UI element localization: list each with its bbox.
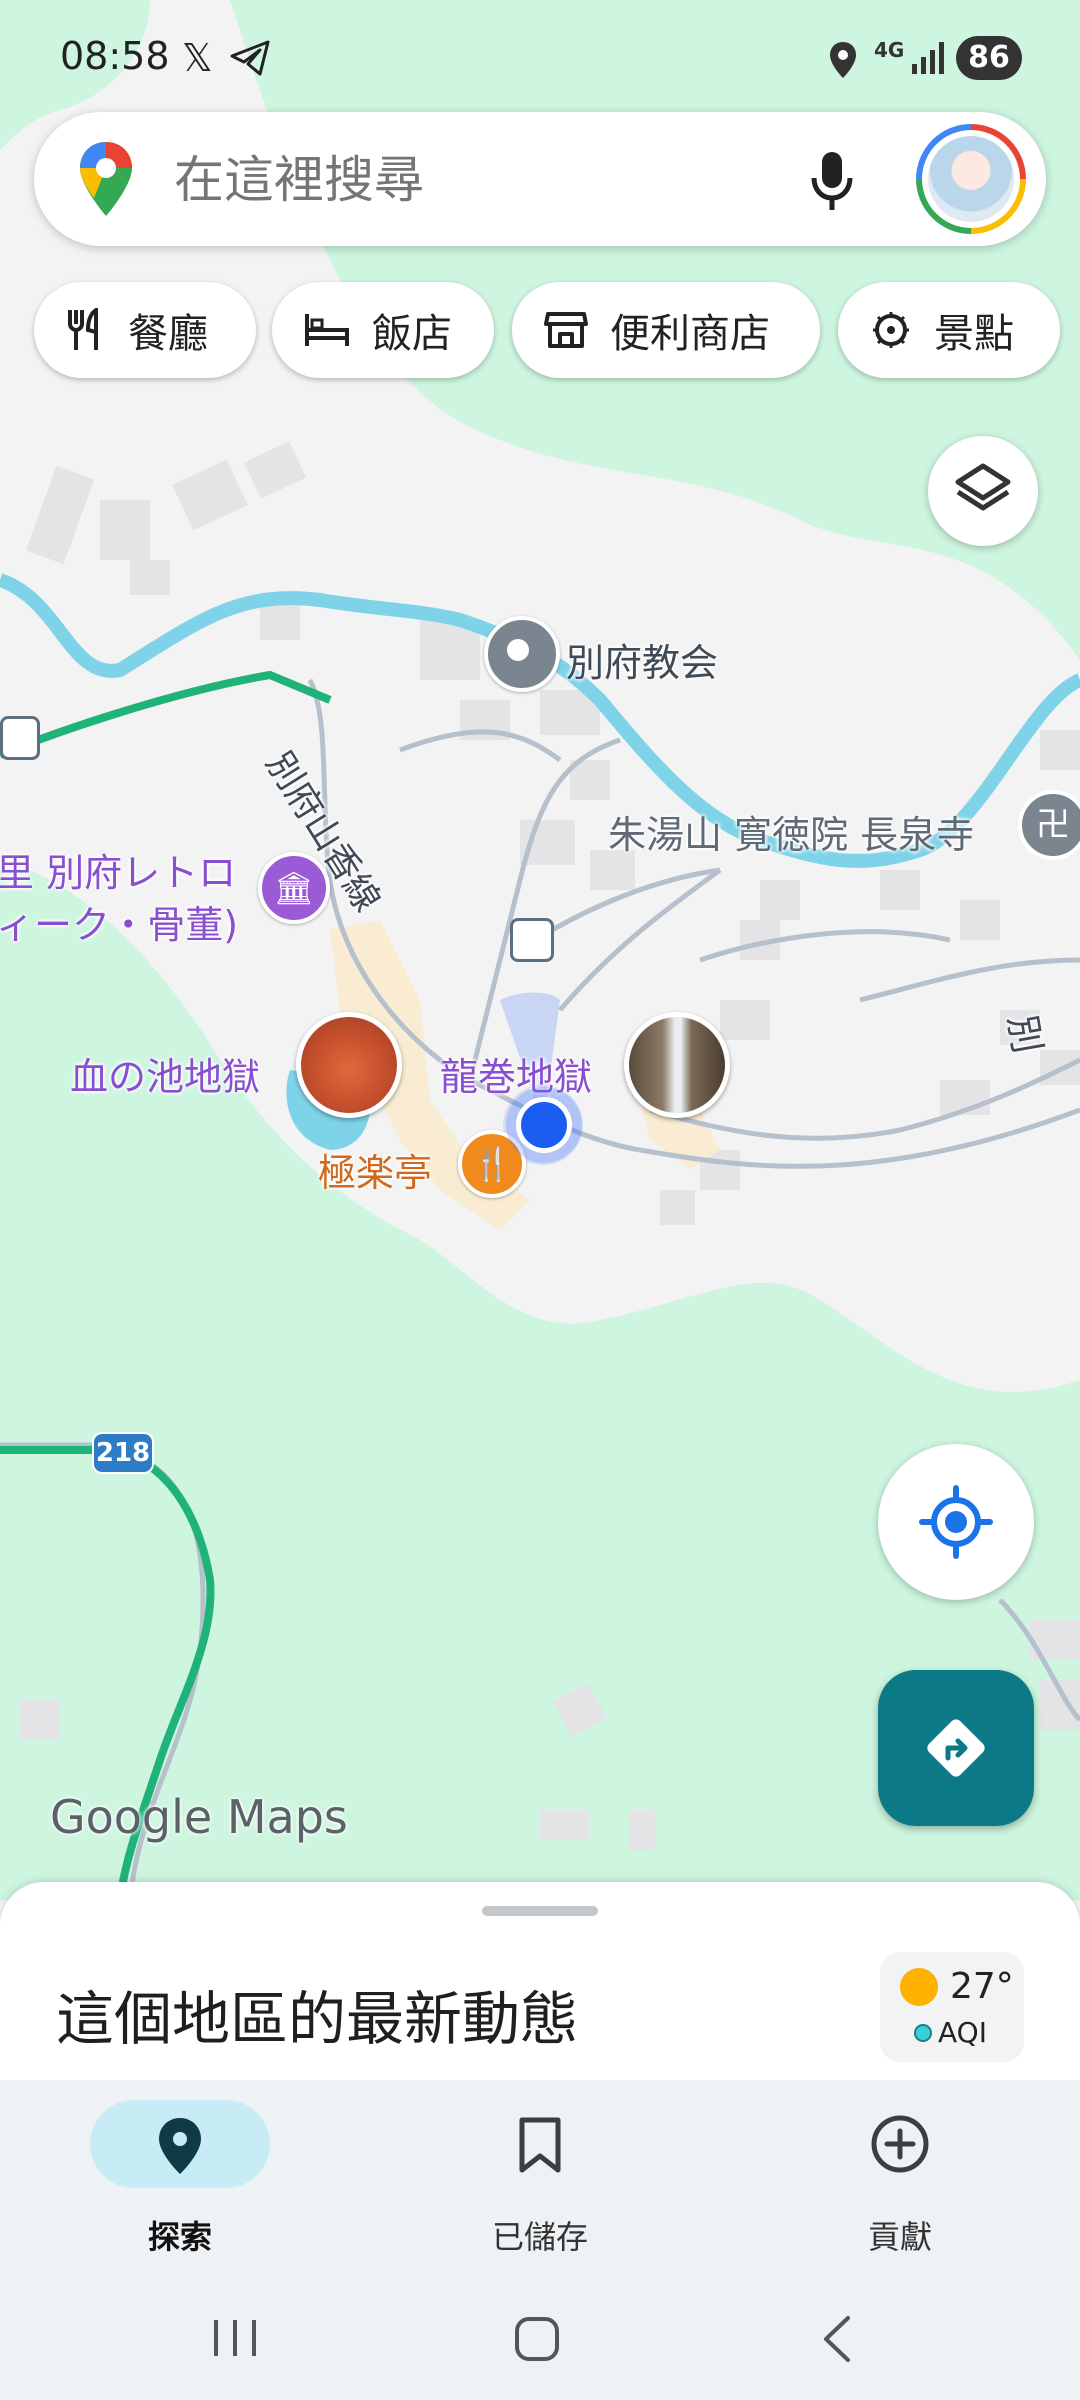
search-input[interactable] [172,142,816,218]
bus-stop-icon[interactable] [0,716,40,760]
weather-temperature: 27° [950,1966,1014,2007]
chip-label: 餐廳 [128,311,208,357]
chip-label: 便利商店 [610,311,770,357]
tatsumaki-photo-pin[interactable] [624,1012,730,1118]
chip-label: 景點 [934,311,1014,357]
telegram-icon [230,40,270,76]
recent-apps-icon[interactable] [210,2316,260,2360]
nav-explore[interactable]: 探索 [30,2088,330,2268]
directions-button[interactable] [878,1670,1034,1826]
sun-icon [900,1968,938,2006]
add-circle-icon [871,2115,929,2173]
bottom-sheet[interactable]: 這個地區的最新動態 27° AQI [0,1882,1080,2082]
back-icon[interactable] [818,2314,858,2364]
gokurakutei-label[interactable]: 極楽亭 [318,1142,432,1197]
microphone-icon[interactable] [810,150,854,212]
location-status-icon [830,42,856,78]
google-maps-pin-icon [80,142,132,216]
directions-icon [927,1719,985,1777]
museum-icon: 🏛 [273,869,315,907]
battery-level: 86 [956,36,1022,80]
bus-stop-icon[interactable] [510,918,554,962]
chinoike-label[interactable]: 血の池地獄 [70,1046,260,1101]
aqi-label: AQI [938,2016,987,2049]
nav-contribute[interactable]: 貢獻 [750,2088,1050,2268]
chip-attractions[interactable]: 景點 [838,282,1060,378]
avatar[interactable] [916,124,1026,234]
tatsumaki-label[interactable]: 龍巻地獄 [440,1046,592,1101]
layers-icon [955,463,1011,511]
temple-pin[interactable]: 卍 [1018,790,1080,860]
museum-pin[interactable]: 🏛 [258,852,330,924]
weather-card[interactable]: 27° AQI [880,1952,1024,2062]
hotel-icon [305,314,349,346]
attraction-icon [873,312,909,348]
church-label[interactable]: 別府教会 [566,632,718,687]
restaurant-icon [68,308,98,350]
avatar-image [928,136,1014,222]
network-type: 4G [874,38,905,62]
sheet-title: 這個地區的最新動態 [56,1985,579,2053]
layers-button[interactable] [928,436,1038,546]
search-bar[interactable] [34,112,1046,246]
bookmark-icon [519,2117,561,2173]
chinoike-photo-pin[interactable] [296,1012,402,1118]
store-icon [544,312,588,348]
x-app-icon: 𝕏 [182,36,213,80]
home-icon[interactable] [512,2314,562,2364]
my-location-button[interactable] [878,1444,1034,1600]
museum-label-line1[interactable]: 里 別府レトロ [0,842,236,897]
signal-icon [912,42,944,74]
church-pin[interactable] [484,616,560,692]
fork-knife-icon: 🍴 [472,1145,512,1183]
nav-label-explore: 探索 [147,2218,212,2256]
current-location-dot [516,1097,572,1153]
chip-restaurants[interactable]: 餐廳 [34,282,256,378]
nav-label-saved: 已儲存 [491,2218,588,2256]
chip-hotels[interactable]: 飯店 [272,282,494,378]
aqi-dot-icon [914,2024,932,2042]
sheet-drag-handle[interactable] [482,1906,598,1916]
nav-saved[interactable]: 已儲存 [390,2088,690,2268]
museum-label-line2[interactable]: ィーク・骨董) [0,894,238,949]
chip-convenience-stores[interactable]: 便利商店 [512,282,820,378]
temple-label[interactable]: 朱湯山 寛徳院 長泉寺 [608,804,974,859]
restaurant-pin[interactable]: 🍴 [458,1130,526,1198]
route-shield: 218 [92,1432,154,1474]
crosshair-icon [919,1485,993,1559]
status-time: 08:58 [60,34,170,78]
status-bar: 08:58 𝕏 4G 86 [0,0,1080,110]
chip-label: 飯店 [372,311,452,357]
google-maps-watermark: Google Maps [50,1790,348,1844]
nav-label-contribute: 貢獻 [867,2218,932,2256]
explore-pin-icon [159,2118,201,2174]
bottom-navigation: 探索 已儲存 貢獻 [0,2080,1080,2400]
